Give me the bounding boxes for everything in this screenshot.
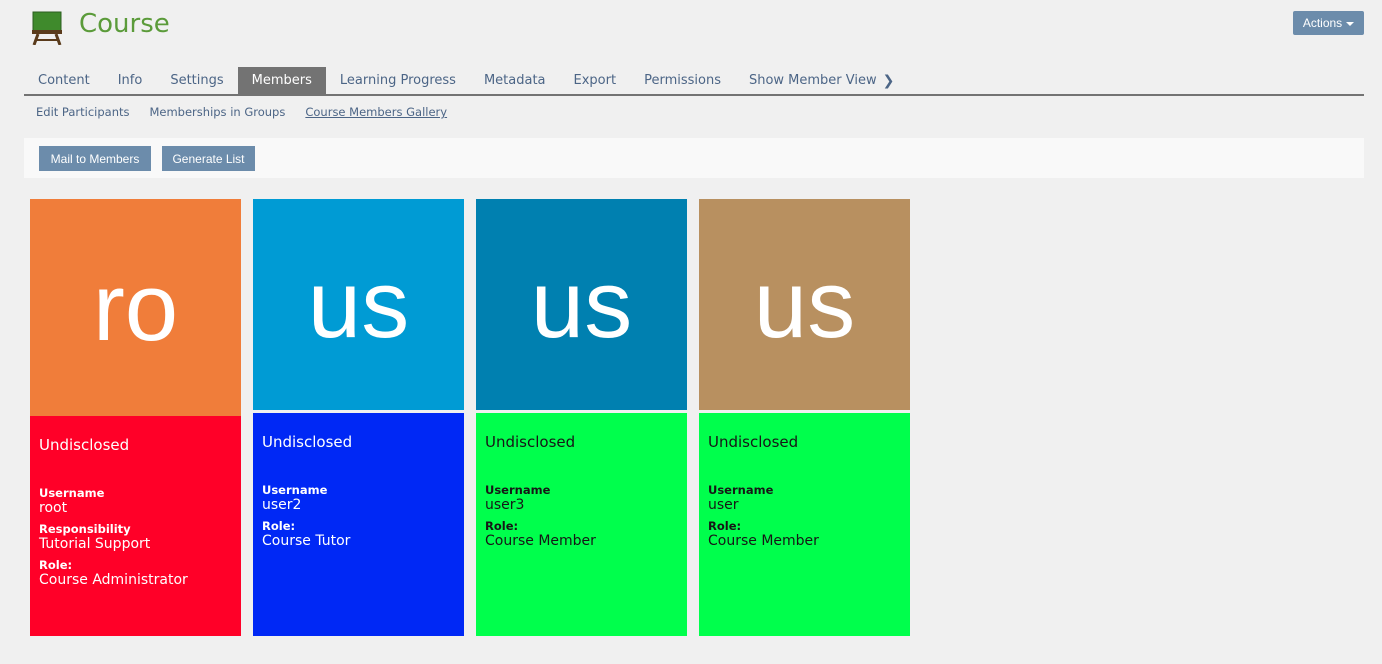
responsibility-label: Responsibility [39,522,131,536]
tab-settings[interactable]: Settings [156,67,237,94]
page-title: Course [79,9,170,39]
main-tabs: Content Info Settings Members Learning P… [24,67,1364,96]
subtab-course-members-gallery[interactable]: Course Members Gallery [293,105,455,119]
actions-label: Actions [1302,16,1343,30]
tab-metadata[interactable]: Metadata [470,67,560,94]
tab-export[interactable]: Export [560,67,631,94]
sub-tabs: Edit Participants Memberships in Groups … [24,104,455,120]
role-label: Role: [485,519,519,533]
role-value: Course Tutor [262,533,351,549]
role-value: Course Member [708,533,819,549]
member-card: us Undisclosed Username user2 Role: Cour… [253,199,464,636]
responsibility-value: Tutorial Support [39,536,151,552]
avatar[interactable]: ro [30,199,241,416]
generate-list-button[interactable]: Generate List [162,146,255,171]
chevron-right-icon: ❯ [882,72,895,89]
member-info: Undisclosed Username user Role: Course M… [699,413,910,636]
username-value: user [708,497,739,513]
avatar[interactable]: us [253,199,464,410]
role-label: Role: [262,519,296,533]
username-value: root [39,500,68,516]
course-board-icon [32,11,62,45]
page-header: Course Actions [0,0,1382,60]
tab-show-member-view-label: Show Member View [748,73,877,88]
member-info: Undisclosed Username user2 Role: Course … [253,413,464,636]
member-info: Undisclosed Username user3 Role: Course … [476,413,687,636]
tab-info[interactable]: Info [104,67,157,94]
member-info: Undisclosed Username root Responsibility… [30,416,241,636]
username-label: Username [39,486,105,500]
member-card: us Undisclosed Username user3 Role: Cour… [476,199,687,636]
member-card: us Undisclosed Username user Role: Cours… [699,199,910,636]
avatar[interactable]: us [699,199,910,410]
actions-button[interactable]: Actions [1293,11,1364,35]
toolbar: Mail to Members Generate List [24,138,1364,178]
tab-permissions[interactable]: Permissions [630,67,735,94]
subtab-edit-participants[interactable]: Edit Participants [24,105,137,119]
tab-members[interactable]: Members [237,67,326,94]
mail-to-members-button[interactable]: Mail to Members [39,146,151,171]
username-label: Username [485,483,551,497]
member-name: Undisclosed [485,433,576,451]
role-label: Role: [708,519,742,533]
username-label: Username [262,483,328,497]
member-card: ro Undisclosed Username root Responsibil… [30,199,241,636]
role-value: Course Member [485,533,596,549]
username-value: user2 [262,497,302,513]
tab-learning-progress[interactable]: Learning Progress [326,67,470,94]
role-value: Course Administrator [39,572,188,588]
member-name: Undisclosed [262,433,353,451]
tab-show-member-view[interactable]: Show Member View ❯ [735,67,908,94]
tab-content[interactable]: Content [24,67,104,94]
member-name: Undisclosed [708,433,799,451]
username-value: user3 [485,497,525,513]
role-label: Role: [39,558,73,572]
member-name: Undisclosed [39,436,130,454]
username-label: Username [708,483,774,497]
subtab-memberships-in-groups[interactable]: Memberships in Groups [137,105,293,119]
caret-down-icon [1346,22,1355,26]
avatar[interactable]: us [476,199,687,410]
